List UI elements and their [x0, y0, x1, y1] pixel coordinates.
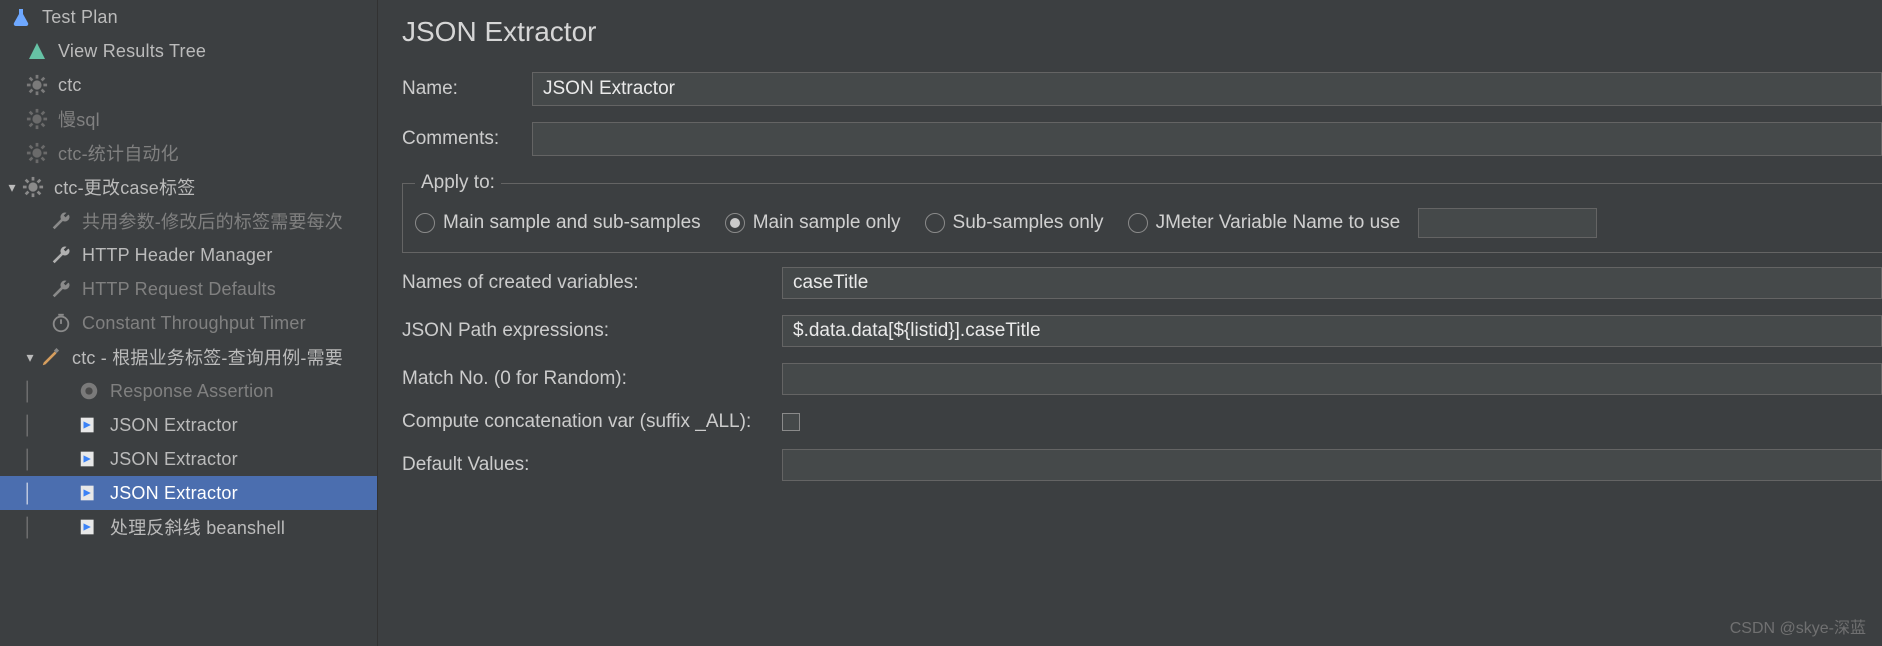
- tree-icon: [24, 38, 50, 64]
- comments-input[interactable]: [532, 122, 1882, 156]
- tree-panel: Test Plan View Results Tree ctc 慢sql ctc…: [0, 0, 378, 646]
- flask-icon: [8, 4, 34, 30]
- tree-item-label: JSON Extractor: [110, 483, 238, 504]
- match-no-label: Match No. (0 for Random):: [402, 368, 772, 390]
- radio-icon: [1128, 213, 1148, 233]
- radio-main-and-sub[interactable]: Main sample and sub-samples: [415, 212, 701, 234]
- tree-item-label: Response Assertion: [110, 381, 274, 402]
- tree-item-slowsql[interactable]: 慢sql: [0, 102, 377, 136]
- tree-item-label: HTTP Header Manager: [82, 245, 273, 266]
- radio-jmeter-var[interactable]: JMeter Variable Name to use: [1128, 208, 1598, 238]
- apply-to-legend: Apply to:: [415, 172, 501, 194]
- default-label: Default Values:: [402, 454, 772, 476]
- tree-item-throughput-timer[interactable]: Constant Throughput Timer: [0, 306, 377, 340]
- tree-item-label: 慢sql: [58, 106, 100, 132]
- tree-item-request-defaults[interactable]: HTTP Request Defaults: [0, 272, 377, 306]
- tree-item-label: JSON Extractor: [110, 449, 238, 470]
- comments-field-row: Comments:: [402, 122, 1882, 156]
- radio-sub-only[interactable]: Sub-samples only: [925, 212, 1104, 234]
- gear-icon: [24, 106, 50, 132]
- json-path-field-row: JSON Path expressions:: [402, 315, 1882, 347]
- apply-to-radio-row: Main sample and sub-samples Main sample …: [415, 208, 1870, 238]
- radio-label: JMeter Variable Name to use: [1156, 212, 1401, 234]
- radio-label: Main sample and sub-samples: [443, 212, 701, 234]
- tree-item-response-assertion[interactable]: │ Response Assertion: [0, 374, 377, 408]
- tree-root[interactable]: Test Plan: [0, 0, 377, 34]
- assertion-icon: [76, 378, 102, 404]
- tree-item-shared-params[interactable]: 共用参数-修改后的标签需要每次: [0, 204, 377, 238]
- extractor-icon: [76, 446, 102, 472]
- tree-item-header-manager[interactable]: HTTP Header Manager: [0, 238, 377, 272]
- gear-icon: [20, 174, 46, 200]
- tree-item-label: ctc-更改case标签: [54, 174, 195, 200]
- gear-icon: [24, 72, 50, 98]
- extractor-icon: [76, 412, 102, 438]
- tree-item-label: ctc-统计自动化: [58, 140, 179, 166]
- radio-main-only[interactable]: Main sample only: [725, 212, 901, 234]
- timer-icon: [48, 310, 74, 336]
- tree-item-json-extractor[interactable]: │ JSON Extractor: [0, 408, 377, 442]
- wrench-icon: [48, 276, 74, 302]
- gear-icon: [24, 140, 50, 166]
- tree-item-label: 共用参数-修改后的标签需要每次: [82, 208, 343, 234]
- wrench-icon: [48, 242, 74, 268]
- radio-icon: [925, 213, 945, 233]
- tree-item-edit-case[interactable]: ▾ ctc-更改case标签: [0, 170, 377, 204]
- pencil-icon: [38, 344, 64, 370]
- tree-item-view-results[interactable]: View Results Tree: [0, 34, 377, 68]
- tree-item-label: JSON Extractor: [110, 415, 238, 436]
- concat-label: Compute concatenation var (suffix _ALL):: [402, 411, 772, 433]
- collapse-toggle[interactable]: ▾: [4, 179, 20, 196]
- wrench-icon: [48, 208, 74, 234]
- page-title: JSON Extractor: [402, 16, 1882, 48]
- match-no-input[interactable]: [782, 363, 1882, 395]
- default-field-row: Default Values:: [402, 449, 1882, 481]
- tree-item-label: ctc - 根据业务标签-查询用例-需要: [72, 344, 343, 370]
- main-panel: JSON Extractor Name: Comments: Apply to:…: [378, 0, 1882, 646]
- concat-checkbox[interactable]: [782, 413, 800, 431]
- tree-item-sampler[interactable]: ▾ ctc - 根据业务标签-查询用例-需要: [0, 340, 377, 374]
- jmeter-var-input[interactable]: [1418, 208, 1597, 238]
- tree-item-beanshell[interactable]: │ 处理反斜线 beanshell: [0, 510, 377, 544]
- names-field-row: Names of created variables:: [402, 267, 1882, 299]
- default-input[interactable]: [782, 449, 1882, 481]
- name-field-row: Name:: [402, 72, 1882, 106]
- concat-field-row: Compute concatenation var (suffix _ALL):: [402, 411, 1882, 433]
- tree-item-json-extractor[interactable]: │ JSON Extractor: [0, 442, 377, 476]
- name-input[interactable]: [532, 72, 1882, 106]
- radio-icon: [725, 213, 745, 233]
- comments-label: Comments:: [402, 128, 522, 150]
- radio-label: Main sample only: [753, 212, 901, 234]
- tree-item-label: ctc: [58, 75, 82, 96]
- json-path-label: JSON Path expressions:: [402, 320, 772, 342]
- radio-icon: [415, 213, 435, 233]
- names-label: Names of created variables:: [402, 272, 772, 294]
- radio-label: Sub-samples only: [953, 212, 1104, 234]
- collapse-toggle[interactable]: ▾: [22, 349, 38, 366]
- tree-item-json-extractor-selected[interactable]: │ JSON Extractor: [0, 476, 377, 510]
- tree-item-stats[interactable]: ctc-统计自动化: [0, 136, 377, 170]
- json-path-input[interactable]: [782, 315, 1882, 347]
- extractor-icon: [76, 514, 102, 540]
- watermark: CSDN @skye-深蓝: [1730, 614, 1866, 638]
- names-input[interactable]: [782, 267, 1882, 299]
- tree-root-label: Test Plan: [42, 7, 118, 28]
- name-label: Name:: [402, 78, 522, 100]
- tree-item-ctc[interactable]: ctc: [0, 68, 377, 102]
- extractor-icon: [76, 480, 102, 506]
- tree-item-label: View Results Tree: [58, 41, 206, 62]
- tree-item-label: HTTP Request Defaults: [82, 279, 276, 300]
- match-no-field-row: Match No. (0 for Random):: [402, 363, 1882, 395]
- tree-item-label: Constant Throughput Timer: [82, 313, 306, 334]
- apply-to-fieldset: Apply to: Main sample and sub-samples Ma…: [402, 172, 1882, 253]
- tree-item-label: 处理反斜线 beanshell: [110, 514, 285, 540]
